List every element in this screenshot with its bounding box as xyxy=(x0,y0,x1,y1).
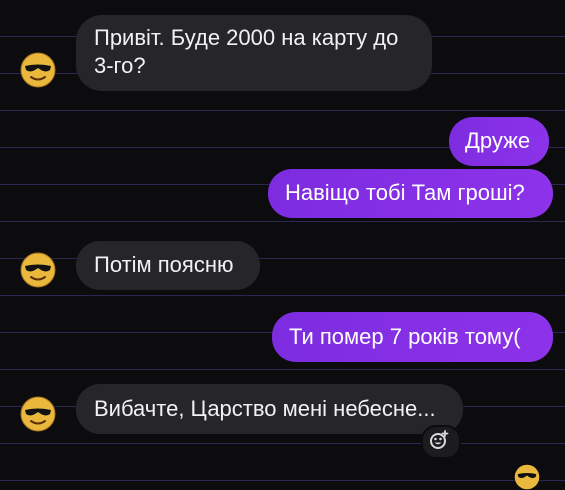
chat-thread: Привіт. Буде 2000 на карту до 3-го? Друж… xyxy=(0,0,565,490)
sunglasses-emoji-avatar-icon[interactable] xyxy=(20,252,56,288)
message-text-line: 3-го? xyxy=(94,53,146,78)
message-text: Навіщо тобі Там гроші? xyxy=(285,180,525,205)
incoming-message-bubble[interactable]: Привіт. Буде 2000 на карту до 3-го? xyxy=(76,15,432,91)
outgoing-message-bubble[interactable]: Друже xyxy=(449,117,549,166)
outgoing-message-bubble[interactable]: Ти помер 7 років тому( xyxy=(272,312,553,362)
message-text: Вибачте, Царство мені небесне... xyxy=(94,396,436,421)
message-text: Друже xyxy=(465,128,531,153)
add-reaction-button[interactable] xyxy=(421,425,461,459)
message-text: Потім поясню xyxy=(94,252,234,277)
incoming-message-bubble[interactable]: Вибачте, Царство мені небесне... xyxy=(76,384,463,434)
outgoing-message-bubble[interactable]: Навіщо тобі Там гроші? xyxy=(268,169,553,218)
sunglasses-emoji-avatar-icon[interactable] xyxy=(20,52,56,88)
message-text: Ти помер 7 років тому( xyxy=(289,324,521,349)
add-reaction-icon xyxy=(430,430,449,449)
message-text-line: Привіт. Буде 2000 на карту до xyxy=(94,25,399,50)
incoming-message-bubble[interactable]: Потім поясню xyxy=(76,241,260,290)
sunglasses-emoji-avatar-icon[interactable] xyxy=(20,396,56,432)
seen-avatar-icon xyxy=(514,464,540,490)
